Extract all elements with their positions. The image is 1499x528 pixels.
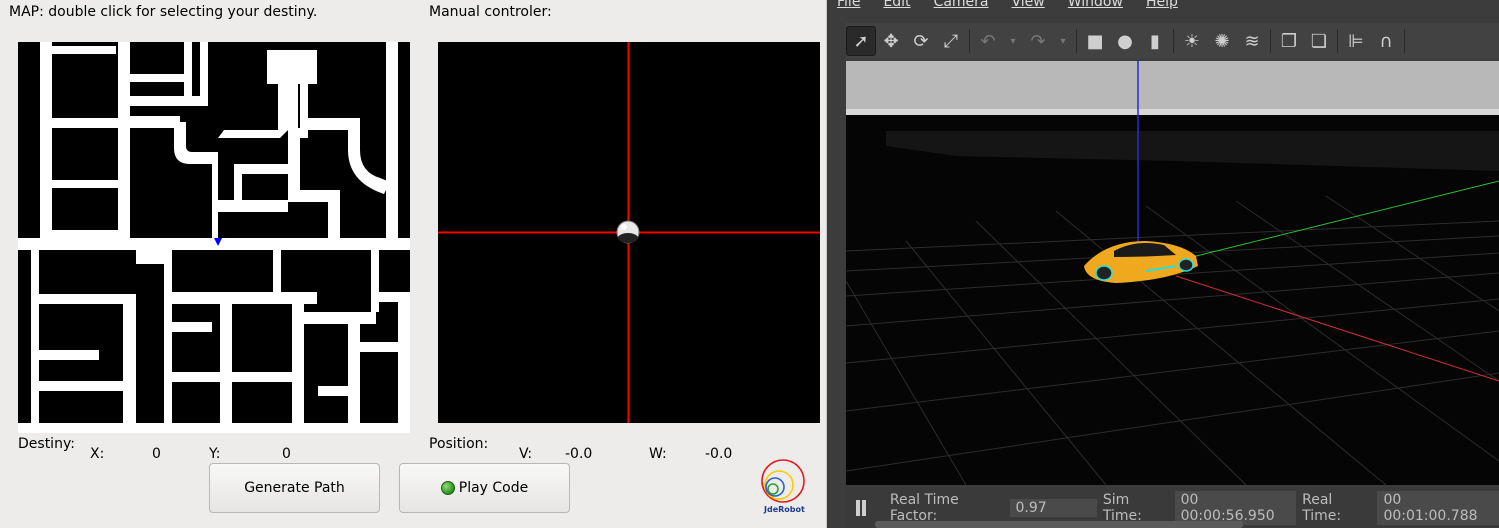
- position-w-value: -0.0: [705, 446, 733, 462]
- play-code-label: Play Code: [458, 480, 529, 496]
- destiny-y-label: Y:: [209, 446, 221, 462]
- rtf-value: 0.97: [1009, 498, 1097, 517]
- position-v-value: -0.0: [565, 446, 593, 462]
- manual-controller-pad[interactable]: [438, 42, 820, 423]
- position-v-label: V:: [519, 446, 533, 462]
- sim-time-value: 00 00:00:56.950: [1174, 490, 1297, 525]
- destiny-label: Destiny:: [18, 436, 75, 452]
- redo-dropdown-icon[interactable]: ▾: [1053, 26, 1073, 56]
- cylinder-icon[interactable]: ▮: [1140, 26, 1170, 56]
- paste-icon[interactable]: ❏: [1304, 26, 1334, 56]
- jderobot-logo: JdeRobot: [759, 459, 807, 517]
- box-icon[interactable]: ■: [1080, 26, 1110, 56]
- spot-light-icon[interactable]: ≋: [1237, 26, 1267, 56]
- position-label: Position:: [429, 436, 489, 452]
- scale-icon[interactable]: ⤢: [936, 26, 966, 56]
- generate-path-button[interactable]: Generate Path: [209, 463, 380, 513]
- menu-view[interactable]: View: [1012, 0, 1045, 12]
- gazebo-toolbar: ➚ ✥ ⟳ ⤢ ↶ ▾ ↷ ▾ ■ ● ▮ ☀ ✺ ≋ ❐ ❏ ⊫ ∩: [846, 23, 1499, 59]
- toolbar-separator: [1404, 29, 1405, 53]
- pause-icon[interactable]: [856, 499, 866, 516]
- map-title: MAP: double click for selecting your des…: [9, 4, 318, 20]
- align-icon[interactable]: ⊫: [1341, 26, 1371, 56]
- horizontal-scrollbar[interactable]: [875, 521, 1243, 528]
- play-code-button[interactable]: Play Code: [399, 463, 570, 513]
- destiny-x-label: X:: [90, 446, 105, 462]
- select-arrow-icon[interactable]: ➚: [846, 26, 876, 56]
- toolbar-separator: [1270, 29, 1271, 53]
- real-time-value: 00 00:01:00.788: [1377, 490, 1499, 525]
- menu-help[interactable]: Help: [1146, 0, 1178, 12]
- destiny-x-value: 0: [152, 446, 161, 462]
- toolbar-separator: [1337, 29, 1338, 53]
- sim-time-label: Sim Time:: [1102, 491, 1142, 524]
- toolbar-separator: [1173, 29, 1174, 53]
- gazebo-menubar: File Edit Camera View Window Help: [837, 0, 1201, 12]
- translate-icon[interactable]: ✥: [876, 26, 906, 56]
- toolbar-separator: [969, 29, 970, 53]
- map-roads: [18, 42, 410, 433]
- copy-icon[interactable]: ❐: [1274, 26, 1304, 56]
- redo-icon[interactable]: ↷: [1023, 26, 1053, 56]
- undo-icon[interactable]: ↶: [973, 26, 1003, 56]
- gazebo-3d-viewport[interactable]: [846, 61, 1499, 485]
- play-icon: [440, 481, 455, 495]
- controller-handle[interactable]: [616, 220, 640, 244]
- rtf-label: Real Time Factor:: [889, 491, 959, 524]
- undo-dropdown-icon[interactable]: ▾: [1003, 26, 1023, 56]
- position-w-label: W:: [649, 446, 667, 462]
- controller-title: Manual controler:: [429, 4, 552, 20]
- sun-light-icon[interactable]: ☀: [1177, 26, 1207, 56]
- rotate-icon[interactable]: ⟳: [906, 26, 936, 56]
- menu-file[interactable]: File: [837, 0, 860, 12]
- destiny-y-value: 0: [282, 446, 291, 462]
- menu-window[interactable]: Window: [1068, 0, 1123, 12]
- app-window: MAP: double click for selecting your des…: [0, 0, 826, 528]
- menu-edit[interactable]: Edit: [883, 0, 910, 12]
- sphere-icon[interactable]: ●: [1110, 26, 1140, 56]
- point-light-icon[interactable]: ✺: [1207, 26, 1237, 56]
- gazebo-window: File Edit Camera View Window Help ➚ ✥ ⟳ …: [827, 0, 1499, 528]
- logo-text: JdeRobot: [764, 505, 805, 514]
- menu-camera[interactable]: Camera: [934, 0, 989, 12]
- city-map[interactable]: [18, 42, 410, 433]
- real-time-label: Real Time:: [1302, 491, 1342, 524]
- magnet-icon[interactable]: ∩: [1371, 26, 1401, 56]
- generate-path-label: Generate Path: [244, 480, 345, 496]
- toolbar-separator: [1076, 29, 1077, 53]
